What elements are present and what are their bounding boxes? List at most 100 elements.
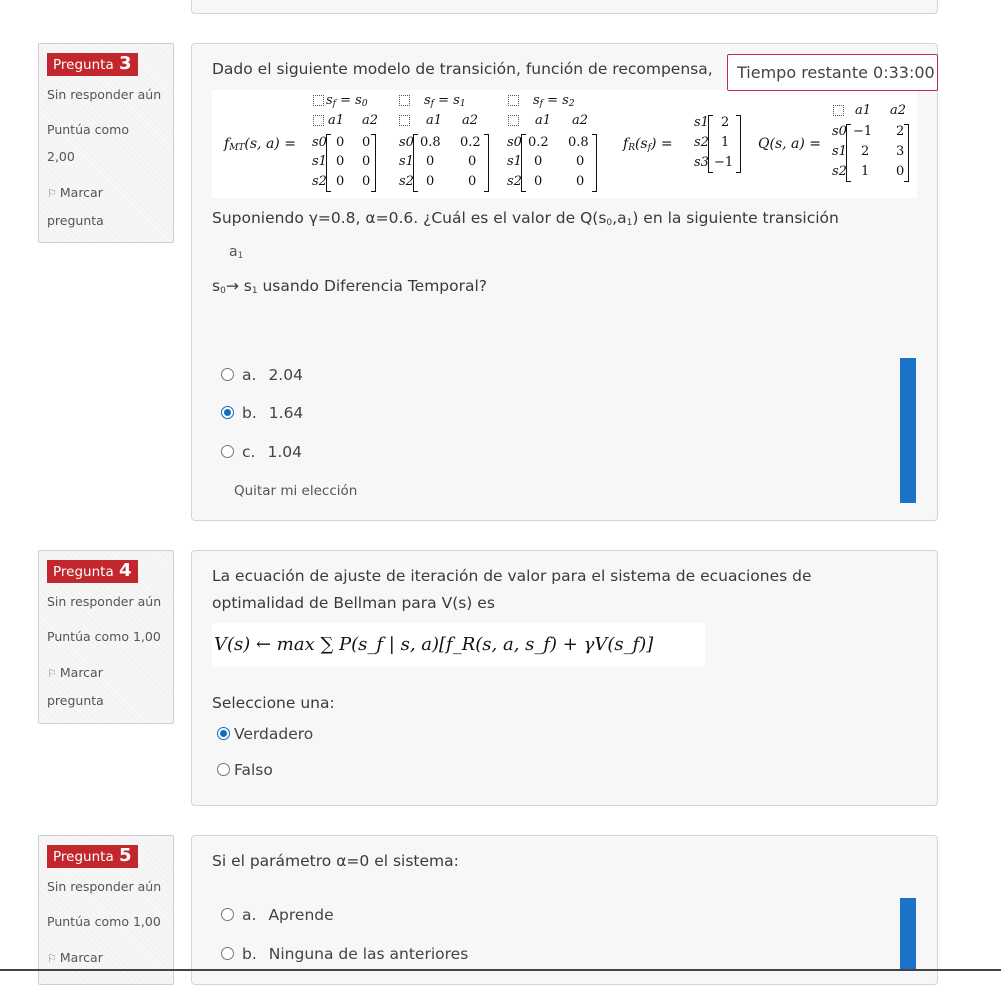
- flag-icon: ⚐: [47, 667, 57, 680]
- m3-v21: 0: [576, 174, 585, 189]
- q-v01: 2: [896, 124, 905, 139]
- option-false[interactable]: Falso: [217, 761, 273, 779]
- question-5-info: Pregunta 5 Sin responder aún Puntúa como…: [38, 835, 174, 985]
- m1-v00: 0: [336, 135, 345, 150]
- matrix-3-header: sf = s2: [533, 93, 575, 110]
- m1-v21: 0: [362, 174, 371, 189]
- question-status: Sin responder aún: [47, 879, 162, 894]
- clear-choice-link[interactable]: Quitar mi elección: [234, 483, 357, 499]
- flag-label-2: pregunta: [47, 213, 104, 228]
- m3-v01: 0.8: [568, 135, 589, 150]
- m1-v10: 0: [336, 154, 345, 169]
- m2-v01: 0.2: [460, 135, 481, 150]
- q-row-s1: s1: [832, 144, 847, 159]
- matrix-2-row-s0: s0: [399, 135, 414, 150]
- q-v21: 0: [896, 164, 905, 179]
- question-5-text: Si el parámetro α=0 el sistema:: [212, 852, 459, 870]
- placeholder-box: [508, 95, 519, 106]
- question-4-badge: Pregunta 4: [47, 560, 138, 583]
- radio-icon[interactable]: [221, 406, 234, 419]
- question-points: Puntúa como 1,00: [47, 629, 161, 644]
- question-3-formula: fMT(s, a) = sf = s0 a1 a2 s0 s1 s2 0 0 0…: [212, 90, 917, 198]
- bracket: [846, 124, 851, 182]
- flag-question-link[interactable]: ⚐ Marcar: [47, 951, 165, 966]
- flag-icon: ⚐: [47, 187, 57, 200]
- select-one-label: Seleccione una:: [212, 694, 335, 712]
- m3-v11: 0: [576, 154, 585, 169]
- time-remaining: Tiempo restante 0:33:00: [727, 54, 938, 91]
- bellman-equation-text: V(s) ← max ∑ P(s_f | s, a)[f_R(s, a, s_f…: [214, 634, 654, 655]
- m3-v10: 0: [534, 154, 543, 169]
- matrix-1-col-a2: a2: [362, 113, 379, 128]
- fr-label: fR(sf) =: [623, 136, 673, 153]
- radio-icon[interactable]: [221, 908, 234, 921]
- bracket: [413, 134, 418, 192]
- reward-v2: 1: [721, 135, 730, 150]
- flag-icon: ⚐: [47, 952, 57, 965]
- bellman-equation: V(s) ← max ∑ P(s_f | s, a)[f_R(s, a, s_f…: [212, 623, 705, 667]
- question-status: Sin responder aún: [47, 87, 162, 102]
- reward-v3: −1: [714, 155, 734, 170]
- transition-statement: s0→ s1 usando Diferencia Temporal?: [212, 277, 488, 296]
- flag-label: Marcar: [59, 185, 103, 200]
- m2-v21: 0: [468, 174, 477, 189]
- placeholder-box: [313, 95, 324, 106]
- matrix-2-row-s2: s2: [399, 174, 414, 189]
- matrix-3-row-s2: s2: [507, 174, 522, 189]
- q-row-s0: s0: [832, 124, 847, 139]
- question-badge-number: 3: [119, 53, 132, 74]
- m1-v11: 0: [362, 154, 371, 169]
- m2-v00: 0.8: [420, 135, 441, 150]
- reward-row-s1: s1: [694, 115, 709, 130]
- matrix-3-row-s0: s0: [507, 135, 522, 150]
- question-3-intro: Dado el siguiente modelo de transición, …: [212, 60, 713, 78]
- previous-question-card: [191, 0, 938, 14]
- matrix-1-row-s1: s1: [312, 154, 327, 169]
- placeholder-box: [399, 115, 410, 126]
- matrix-3-col-a1: a1: [535, 113, 552, 128]
- option-a[interactable]: a. Aprende: [221, 906, 334, 924]
- matrix-1-col-a1: a1: [328, 113, 345, 128]
- m2-v11: 0: [468, 154, 477, 169]
- question-3-badge: Pregunta 3: [47, 53, 138, 76]
- question-3-content: Dado el siguiente modelo de transición, …: [191, 43, 938, 521]
- placeholder-box: [313, 115, 324, 126]
- bracket: [484, 134, 489, 192]
- transition-action: a1: [229, 244, 244, 261]
- question-badge-word: Pregunta: [53, 849, 114, 865]
- bracket: [592, 134, 597, 192]
- radio-icon[interactable]: [217, 763, 230, 776]
- matrix-3-col-a2: a2: [572, 113, 589, 128]
- matrix-2-col-a1: a1: [426, 113, 443, 128]
- matrix-2-col-a2: a2: [462, 113, 479, 128]
- q-v10: 2: [861, 144, 870, 159]
- question-badge-number: 4: [119, 560, 132, 581]
- question-4-content: La ecuación de ajuste de iteración de va…: [191, 550, 938, 806]
- radio-icon[interactable]: [221, 445, 234, 458]
- question-status: Sin responder aún: [47, 594, 162, 609]
- question-badge-word: Pregunta: [53, 564, 114, 580]
- question-5-badge: Pregunta 5: [47, 845, 138, 868]
- option-true[interactable]: Verdadero: [217, 725, 313, 743]
- scroll-marker: [900, 898, 916, 971]
- option-c[interactable]: c. 1.04: [221, 443, 302, 461]
- radio-icon[interactable]: [221, 947, 234, 960]
- option-a[interactable]: a. 2.04: [221, 366, 303, 384]
- option-b[interactable]: b. Ninguna de las anteriores: [221, 945, 468, 963]
- q-col-a2: a2: [890, 103, 907, 118]
- option-b[interactable]: b. 1.64: [221, 404, 303, 422]
- radio-icon[interactable]: [217, 727, 230, 740]
- matrix-1-row-s0: s0: [312, 135, 327, 150]
- question-points-label: Puntúa como: [47, 122, 129, 137]
- m2-v20: 0: [426, 174, 435, 189]
- placeholder-box: [833, 105, 844, 116]
- scroll-marker: [900, 358, 916, 503]
- question-points-value: 2,00: [47, 149, 75, 164]
- reward-row-s2: s2: [694, 135, 709, 150]
- flag-question-link[interactable]: ⚐ Marcar pregunta: [47, 666, 165, 708]
- flag-question-link[interactable]: ⚐ Marcar pregunta: [47, 186, 165, 228]
- bracket: [371, 134, 376, 192]
- q-label: Q(s, a) =: [758, 136, 822, 152]
- bracket: [904, 124, 909, 182]
- radio-icon[interactable]: [221, 368, 234, 381]
